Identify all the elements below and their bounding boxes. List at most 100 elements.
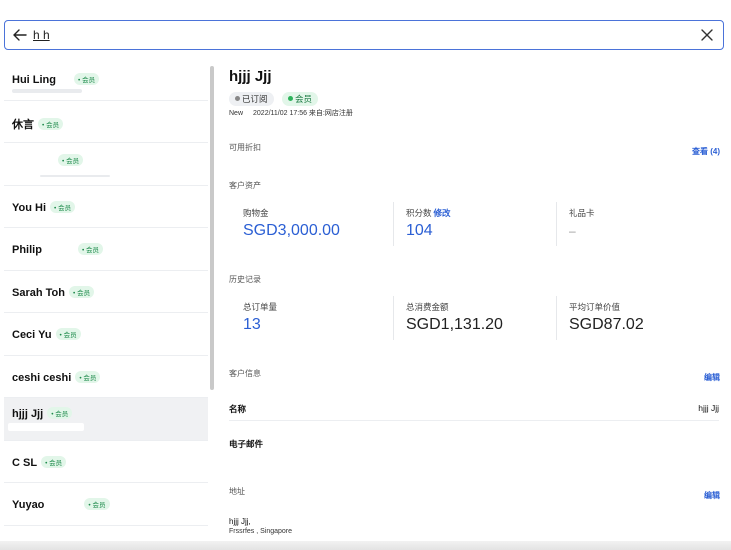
orders-label: 总订单量 — [243, 302, 278, 312]
member-badge-label: 会员 — [92, 502, 106, 509]
info-label: 客户信息 — [229, 369, 261, 378]
points-label: 积分数 修改 — [406, 207, 451, 219]
dot-icon — [287, 96, 293, 101]
member-badge-label: 会员 — [83, 374, 97, 382]
member-badge: • 会员 — [84, 498, 110, 510]
member-label: 会员 — [294, 94, 312, 104]
customer-name: Sarah Toh • 会员 — [12, 285, 95, 299]
member-badge-label: 会员 — [86, 247, 100, 254]
customer-title: hjjj Jjj — [229, 68, 272, 85]
member-badge: • 会员 — [41, 455, 67, 468]
customer-name-text: You Hi — [12, 201, 47, 214]
member-badge-label: 会员 — [46, 121, 60, 129]
member-badge-label: 会员 — [55, 411, 69, 418]
member-status-badge: 会员 — [281, 92, 318, 106]
status-row: 已订阅 会员 — [229, 89, 322, 106]
customer-name-text: ceshi ceshi — [12, 371, 72, 384]
divider — [556, 296, 557, 340]
customer-list-item[interactable]: 休言 • 会员 — [4, 101, 208, 143]
name-value: hjjj Jjj — [698, 403, 719, 413]
customer-name-text: Yuyao — [12, 499, 45, 511]
view-discounts-link[interactable]: 查看 (4) — [692, 146, 720, 157]
customer-list-sidebar: Hui Ling • 会员 休言 • 会员 • 会员 You Hi • 会员 Phil… — [4, 58, 208, 550]
member-badge-label: 会员 — [58, 204, 72, 212]
customer-name: Philip • 会员 — [12, 243, 104, 256]
address-label: 地址 — [229, 487, 245, 496]
edit-address-link[interactable]: 编辑 — [704, 490, 720, 501]
member-badge: • 会员 — [74, 73, 100, 85]
meta-date: 2022/11/02 17:56 来自:网店注册 — [253, 110, 353, 117]
cash-label: 购物金 — [243, 208, 269, 218]
member-badge: • 会员 — [38, 117, 64, 130]
member-badge-label: 会员 — [82, 77, 96, 84]
giftcard-label: 礼品卡 — [569, 208, 595, 218]
customer-list-item[interactable]: Hui Ling • 会员 — [4, 58, 208, 101]
avg-label: 平均订单价值 — [569, 302, 621, 312]
customer-name: ceshi ceshi • 会员 — [12, 370, 101, 384]
discounts-label: 可用折扣 — [229, 143, 261, 152]
customer-name-text: Ceci Yu — [12, 329, 52, 341]
member-badge-label: 会员 — [49, 459, 63, 467]
points-value: 104 — [406, 222, 433, 239]
member-badge: • 会员 — [47, 407, 73, 419]
customer-list-item[interactable]: ceshi ceshi • 会员 — [4, 356, 208, 398]
customer-name-text: 休言 — [12, 118, 34, 131]
member-badge-label: 会员 — [77, 289, 91, 297]
name-row: 名称 hjjj Jjj — [229, 395, 719, 421]
edit-info-link[interactable]: 编辑 — [704, 372, 720, 383]
points-label-text: 积分数 — [406, 208, 432, 218]
history-label: 历史记录 — [229, 275, 261, 284]
member-badge: • 会员 — [50, 200, 76, 213]
meta-new: New — [229, 110, 244, 117]
search-box[interactable] — [4, 20, 724, 50]
giftcard-value: – — [569, 224, 576, 238]
subscribed-label: 已订阅 — [242, 94, 268, 104]
name-key: 名称 — [229, 404, 247, 414]
sidebar-scrollbar[interactable] — [210, 66, 214, 390]
top-bar — [0, 0, 731, 58]
search-input[interactable] — [33, 25, 633, 45]
redacted-subtext — [12, 89, 82, 93]
customer-list-item[interactable]: Sarah Toh • 会员 — [4, 271, 208, 313]
customer-name: You Hi • 会员 — [12, 200, 76, 214]
divider — [393, 202, 394, 246]
customer-name: Ceci Yu • 会员 — [12, 328, 81, 341]
customer-name-text: Hui Ling — [12, 74, 56, 86]
close-icon[interactable] — [699, 27, 715, 43]
customer-list-item-selected[interactable]: hjjj Jjj • 会员 — [4, 398, 208, 441]
customer-name: Hui Ling • 会员 — [12, 73, 100, 86]
cash-value: SGD3,000.00 — [243, 222, 340, 239]
customer-list: Hui Ling • 会员 休言 • 会员 • 会员 You Hi • 会员 Phil… — [4, 58, 208, 526]
member-badge-label: 会员 — [63, 332, 77, 339]
address-line-1: hjjj Jjj, — [229, 517, 251, 526]
bottom-edge — [0, 541, 731, 550]
divider — [393, 296, 394, 340]
customer-list-item[interactable]: Ceci Yu • 会员 — [4, 313, 208, 356]
customer-list-item[interactable]: Philip • 会员 — [4, 228, 208, 271]
customer-detail-panel: hjjj Jjj 已订阅 会员 New 2022/11/02 17:56 来自:网… — [229, 58, 724, 550]
member-badge: • 会员 — [68, 285, 95, 298]
avg-value: SGD87.02 — [569, 316, 644, 333]
email-key: 电子邮件 — [229, 439, 264, 449]
customer-name: hjjj Jjj • 会员 — [12, 407, 73, 420]
meta-line: New 2022/11/02 17:56 来自:网店注册 — [229, 108, 363, 118]
address-line-2: Frssrfes , Singapore — [229, 528, 293, 535]
spent-label: 总消费金额 — [406, 302, 449, 312]
customer-list-item[interactable]: C SL • 会员 — [4, 441, 208, 483]
orders-value: 13 — [243, 316, 261, 333]
arrow-left-icon[interactable] — [11, 26, 29, 44]
edit-points-link[interactable]: 修改 — [434, 208, 451, 218]
customer-list-item[interactable]: You Hi • 会员 — [4, 186, 208, 228]
assets-label: 客户资产 — [229, 181, 261, 190]
customer-name-text: Philip — [12, 244, 42, 256]
customer-list-item[interactable]: Yuyao • 会员 — [4, 483, 208, 526]
divider — [556, 202, 557, 246]
customer-list-item[interactable]: • 会员 — [4, 143, 208, 186]
subscribed-badge: 已订阅 — [229, 92, 274, 106]
spent-value: SGD1,131.20 — [406, 316, 503, 333]
redacted-subtext — [8, 423, 84, 431]
customer-name-text: Sarah Toh — [12, 286, 65, 299]
customer-name-text: C SL — [12, 456, 38, 469]
customer-name-text: hjjj Jjj — [12, 408, 44, 420]
member-badge: • 会员 — [75, 370, 101, 383]
